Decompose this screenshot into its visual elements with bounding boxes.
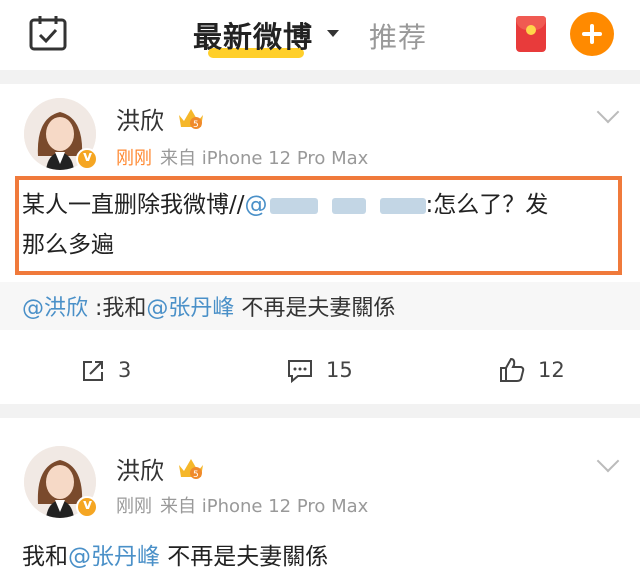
quote-text-segment: :我和 — [88, 296, 147, 321]
svg-text:5: 5 — [193, 470, 199, 480]
verified-badge-icon — [76, 148, 98, 170]
tab-latest[interactable]: 最新微博 — [193, 14, 313, 56]
quote-text-segment: 不再是夫妻關係 — [234, 296, 396, 321]
post-time: 刚刚 — [116, 148, 152, 169]
tab-recommend[interactable]: 推荐 — [369, 16, 427, 56]
compose-button[interactable] — [570, 12, 614, 56]
crown-vip-icon: 5 — [179, 459, 203, 480]
blurred-username — [331, 197, 366, 214]
post-meta: 刚刚 来自 iPhone 12 Pro Max — [116, 144, 368, 170]
crown-vip-icon: 5 — [179, 109, 203, 130]
post-source: 来自 iPhone 12 Pro Max — [160, 496, 369, 517]
comment-icon — [288, 360, 312, 384]
mention-prefix: @ — [244, 192, 268, 218]
chevron-down-icon[interactable] — [327, 30, 339, 37]
section-divider — [0, 70, 640, 84]
section-divider — [0, 404, 640, 418]
post-source: 来自 iPhone 12 Pro Max — [160, 148, 369, 169]
quoted-post-text: @洪欣 :我和@张丹峰 不再是夫妻關係 — [22, 290, 395, 322]
blurred-username — [379, 197, 426, 214]
post-username[interactable]: 洪欣 — [116, 451, 164, 486]
blurred-username — [269, 197, 318, 214]
top-nav-bar: 最新微博 推荐 — [0, 0, 640, 70]
comment-count: 15 — [326, 358, 353, 382]
like-count: 12 — [538, 358, 565, 382]
mention-link[interactable]: @洪欣 — [22, 296, 88, 321]
post-body-text: 我和@张丹峰 不再是夫妻關係 — [22, 537, 328, 571]
red-envelope-icon[interactable] — [516, 16, 546, 52]
post-actions: 3 15 12 — [0, 340, 640, 402]
post-time: 刚刚 — [116, 496, 152, 517]
post-username[interactable]: 洪欣 — [116, 101, 164, 136]
repost-count: 3 — [118, 358, 132, 382]
post-text-segment: 不再是夫妻關係 — [160, 544, 329, 570]
mention-link[interactable]: @张丹峰 — [146, 296, 234, 321]
post-text-segment: 那么多遍 — [22, 232, 114, 258]
post-meta: 刚刚 来自 iPhone 12 Pro Max — [116, 492, 368, 518]
calendar-check-icon[interactable] — [28, 14, 68, 52]
mention-link[interactable]: @张丹峰 — [68, 544, 160, 570]
svg-text:5: 5 — [193, 120, 199, 130]
thumbs-up-icon — [500, 357, 525, 382]
repost-icon — [83, 361, 103, 381]
verified-badge-icon — [76, 496, 98, 518]
post-text-segment: 某人一直删除我微博// — [22, 192, 245, 218]
post-text-segment: 我和 — [22, 544, 68, 570]
post-text-segment: :怎么了？发 — [425, 192, 549, 218]
envelope-seal — [526, 25, 536, 35]
post-body-text: 某人一直删除我微博//@ :怎么了？发 那么多遍 — [22, 185, 602, 265]
